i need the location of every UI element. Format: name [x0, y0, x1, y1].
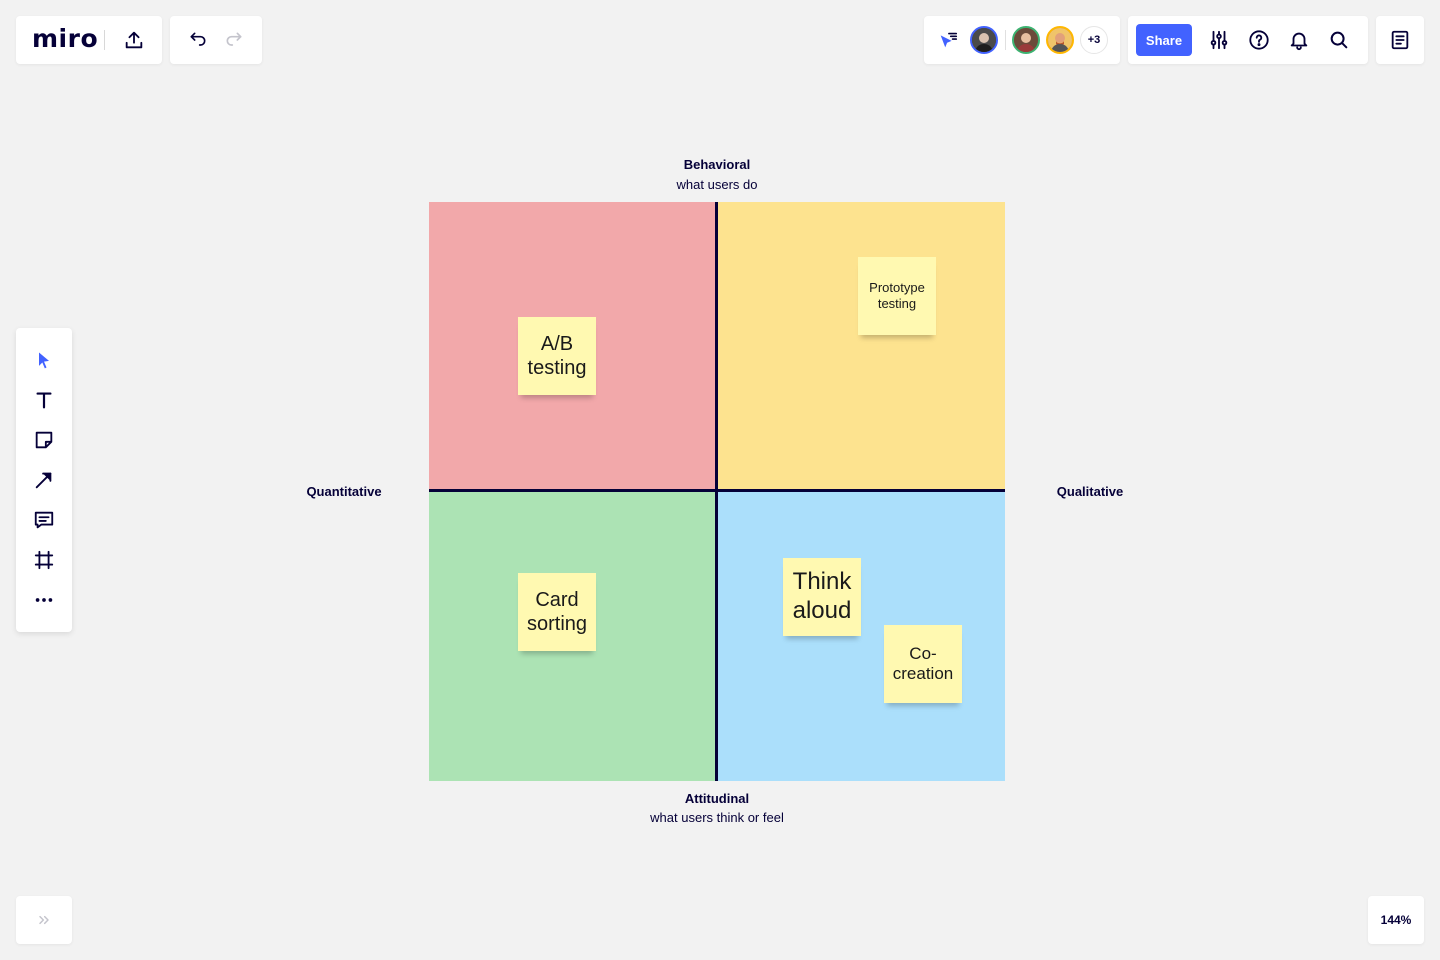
expand-panel	[16, 896, 72, 944]
divider	[104, 30, 105, 50]
export-button[interactable]	[120, 26, 148, 54]
user-avatar-icon	[1014, 28, 1038, 52]
pointer-icon	[39, 352, 49, 369]
avatar[interactable]	[1012, 26, 1040, 54]
horizontal-axis-line[interactable]	[429, 489, 1005, 492]
more-users-badge[interactable]: +3	[1080, 26, 1108, 54]
frame-tool[interactable]	[30, 546, 58, 574]
creation-toolbar	[16, 328, 72, 632]
sticky-note-ab-testing[interactable]: A/B testing	[518, 317, 596, 395]
document-icon	[1391, 30, 1409, 50]
sticky-note-text: Co-creation	[892, 643, 954, 683]
sticky-note-text: A/B testing	[527, 333, 587, 379]
actions-panel: Share	[1128, 16, 1368, 64]
connection-line-tool[interactable]	[30, 466, 58, 494]
question-circle-icon	[1249, 30, 1269, 50]
undo-button[interactable]	[184, 26, 212, 54]
axis-bottom-subtitle: what users think or feel	[650, 810, 784, 825]
comment-icon	[34, 511, 54, 529]
help-button[interactable]	[1245, 26, 1273, 54]
user-avatar-icon	[1048, 28, 1072, 52]
board-notes-panel	[1376, 16, 1424, 64]
frame-icon	[34, 550, 54, 570]
more-horizontal-icon	[35, 598, 53, 602]
miro-logo[interactable]: miro	[32, 24, 98, 53]
search-button[interactable]	[1325, 26, 1353, 54]
chevron-double-right-icon	[39, 915, 49, 925]
sticky-note-text: Think aloud	[792, 568, 852, 624]
redo-button[interactable]	[220, 26, 248, 54]
axis-top-subtitle: what users do	[676, 177, 758, 192]
bell-icon	[1290, 32, 1308, 51]
cursor-list-icon	[940, 32, 958, 48]
axis-left-label: Quantitative	[306, 484, 382, 499]
sticky-note-tool[interactable]	[30, 426, 58, 454]
axis-right-label: Qualitative	[1056, 484, 1124, 499]
comment-tool[interactable]	[30, 506, 58, 534]
search-icon	[1330, 31, 1348, 49]
arrow-line-icon	[35, 472, 52, 489]
zoom-panel: 144%	[1368, 896, 1424, 944]
user-avatar-icon	[972, 28, 996, 52]
undo-icon	[190, 32, 206, 46]
sticky-note-co-creation[interactable]: Co-creation	[884, 625, 962, 703]
board-settings-button[interactable]	[1205, 26, 1233, 54]
zoom-level[interactable]: 144%	[1368, 896, 1424, 944]
notifications-button[interactable]	[1285, 26, 1313, 54]
redo-icon	[226, 32, 242, 46]
collaborators-panel: +3	[924, 16, 1120, 64]
sticky-note-text: Prototype testing	[869, 280, 925, 311]
text-tool[interactable]	[30, 386, 58, 414]
avatar[interactable]	[970, 26, 998, 54]
avatar[interactable]	[1046, 26, 1074, 54]
sliders-icon	[1210, 30, 1228, 50]
text-icon	[36, 392, 52, 409]
axis-bottom-title: Attitudinal	[684, 791, 750, 806]
expand-toolbar-button[interactable]	[30, 906, 58, 934]
sticky-note-card-sorting[interactable]: Card sorting	[518, 573, 596, 651]
sticky-note-think-aloud[interactable]: Think aloud	[783, 558, 861, 636]
sticky-note-prototype-testing[interactable]: Prototype testing	[858, 257, 936, 335]
notes-button[interactable]	[1386, 26, 1414, 54]
select-tool[interactable]	[30, 346, 58, 374]
axis-top-title: Behavioral	[683, 157, 751, 172]
cursors-toggle-button[interactable]	[934, 26, 962, 54]
divider	[1005, 30, 1006, 50]
logo-panel: miro	[16, 16, 162, 64]
sticky-note-icon	[35, 431, 53, 449]
share-button[interactable]: Share	[1136, 24, 1192, 56]
more-tools-button[interactable]	[30, 586, 58, 614]
history-panel	[170, 16, 262, 64]
quadrant-top-right[interactable]	[717, 202, 1005, 491]
upload-icon	[125, 31, 143, 49]
sticky-note-text: Card sorting	[526, 589, 588, 635]
